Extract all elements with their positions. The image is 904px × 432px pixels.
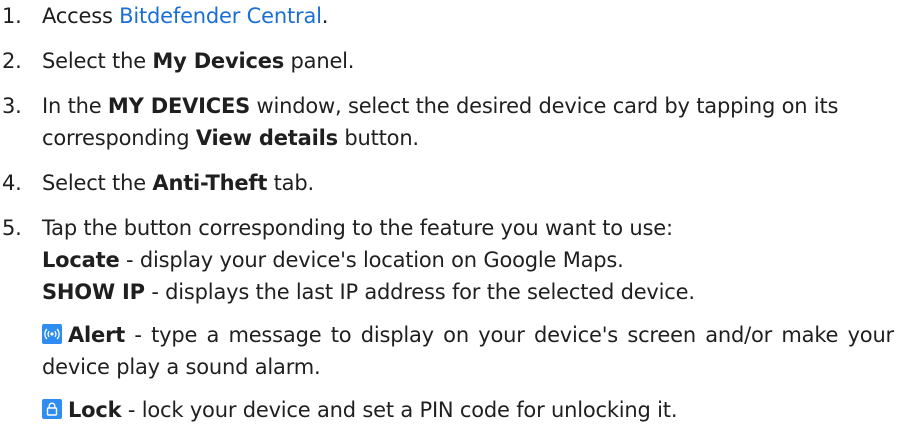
step-number: 5. — [2, 216, 22, 240]
step-text: Tap the button corresponding to the feat… — [42, 216, 673, 240]
step-number: 4. — [2, 171, 22, 195]
feature-lock: Lock - lock your device and set a PIN co… — [42, 394, 904, 426]
my-devices-term: My Devices — [152, 49, 285, 73]
feature-show-ip: SHOW IP - displays the last IP address f… — [42, 276, 904, 308]
step-text: button. — [337, 126, 419, 150]
step-text: Access — [42, 4, 120, 28]
lock-icon — [42, 399, 62, 419]
step-3: 3. In the MY DEVICES window, select the … — [2, 90, 904, 154]
step-1: 1. Access Bitdefender Central. — [2, 0, 904, 32]
step-5: 5. Tap the button corresponding to the f… — [2, 212, 904, 426]
step-2: 2. Select the My Devices panel. — [2, 45, 904, 77]
my-devices-window-term: MY DEVICES — [107, 94, 251, 118]
step-number: 3. — [2, 94, 22, 118]
step-number: 1. — [2, 4, 22, 28]
step-text: tab. — [267, 171, 315, 195]
step-text: panel. — [284, 49, 355, 73]
feature-name: SHOW IP — [42, 280, 145, 304]
step-4: 4. Select the Anti-Theft tab. — [2, 167, 904, 199]
view-details-term: View details — [195, 126, 338, 150]
feature-locate: Locate - display your device's location … — [42, 244, 904, 276]
step-text: Select the — [42, 49, 153, 73]
feature-name: Locate — [42, 248, 120, 272]
bitdefender-central-link[interactable]: Bitdefender Central — [119, 4, 322, 28]
step-text: In the — [42, 94, 108, 118]
step-number: 2. — [2, 49, 22, 73]
feature-alert: Alert - type a message to display on you… — [42, 319, 904, 383]
feature-desc: - type a message to display on your devi… — [42, 323, 894, 379]
step-text: . — [321, 4, 329, 28]
instruction-steps: 1. Access Bitdefender Central. 2. Select… — [0, 0, 904, 426]
step-text: Select the — [42, 171, 153, 195]
alert-sound-icon — [42, 324, 62, 344]
feature-desc: - displays the last IP address for the s… — [144, 280, 695, 304]
feature-name: Lock — [68, 398, 122, 422]
anti-theft-term: Anti-Theft — [152, 171, 268, 195]
feature-desc: - lock your device and set a PIN code fo… — [121, 398, 678, 422]
feature-desc: - display your device's location on Goog… — [119, 248, 624, 272]
feature-name: Alert — [68, 323, 126, 347]
